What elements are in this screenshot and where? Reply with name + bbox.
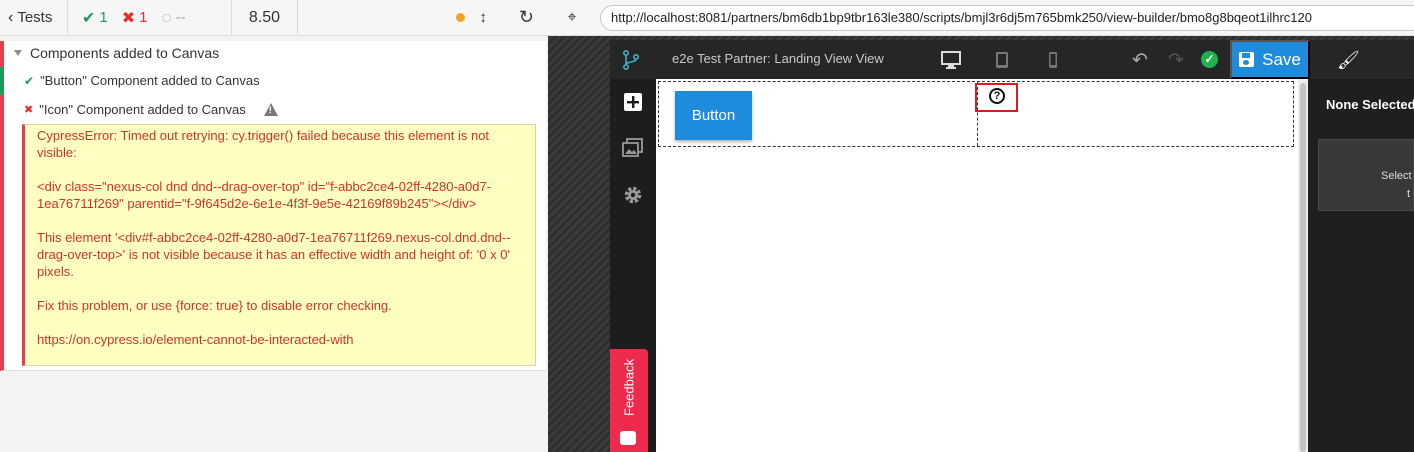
reporter-controls: ↕ ↻ <box>456 7 548 28</box>
view-builder-app: e2e Test Partner: Landing View View ↶ ↷ … <box>610 40 1414 452</box>
caret-down-icon <box>14 50 22 56</box>
pending-circle-icon: ◌ <box>161 7 172 27</box>
app-toolbar: e2e Test Partner: Landing View View ↶ ↷ … <box>610 40 1414 79</box>
error-line: This element '<div#f-abbc2ce4-02ff-4280-… <box>37 230 511 279</box>
check-icon: ✔ <box>82 9 96 27</box>
canvas-scrollbar[interactable] <box>1298 79 1308 452</box>
passed-count: 1 <box>99 9 108 26</box>
failed-stat: ✖ 1 <box>122 8 148 28</box>
error-line: <div class="nexus-col dnd dnd--drag-over… <box>37 179 492 211</box>
x-icon: ✖ <box>24 104 34 116</box>
undo-icon[interactable]: ↶ <box>1132 49 1148 72</box>
aut-panel: ⌖ http://localhost:8081/partners/bm6db1b… <box>548 0 1414 452</box>
reporter-panel: ‹ Tests ✔ 1 ✖ 1 ◌ -- 8.50 ↕ ↻ Components… <box>0 0 548 452</box>
cypress-runner: ‹ Tests ✔ 1 ✖ 1 ◌ -- 8.50 ↕ ↻ Components… <box>0 0 1414 452</box>
smiley-chat-icon <box>620 431 636 445</box>
mobile-view-icon[interactable] <box>1048 51 1058 69</box>
error-message: CypressError: Timed out retrying: cy.tri… <box>22 124 536 366</box>
media-gallery-icon[interactable] <box>622 137 644 159</box>
question-circle-icon: ? <box>989 88 1005 104</box>
scroll-thumb[interactable] <box>1300 83 1306 452</box>
properties-panel: None Selected Select t <box>1308 79 1414 452</box>
error-docs-link[interactable]: https://on.cypress.io/element-cannot-be-… <box>37 331 527 348</box>
url-bar: ⌖ http://localhost:8081/partners/bm6db1b… <box>548 0 1414 36</box>
tests-label: Tests <box>17 9 53 26</box>
running-indicator-icon <box>456 13 466 22</box>
pending-stat: ◌ -- <box>162 8 186 28</box>
icon-component-highlight[interactable]: ? <box>975 83 1018 112</box>
feedback-label: Feedback <box>621 358 637 416</box>
error-line: Fix this problem, or use {force: true} t… <box>37 298 392 313</box>
gear-icon[interactable] <box>622 184 644 206</box>
floppy-disk-icon <box>1239 52 1255 67</box>
builder-canvas[interactable]: Button ? <box>656 79 1308 452</box>
panel-title: None Selected <box>1326 97 1414 112</box>
save-button[interactable]: Save <box>1230 40 1310 79</box>
tablet-view-icon[interactable] <box>995 51 1009 69</box>
reporter-header: ‹ Tests ✔ 1 ✖ 1 ◌ -- 8.50 ↕ ↻ <box>0 0 548 36</box>
pass-stripe <box>0 67 4 95</box>
test-title: "Icon" Component added to Canvas <box>39 102 246 117</box>
reporter-empty-area <box>0 372 548 452</box>
chevron-left-icon: ‹ <box>8 8 14 26</box>
duration: 8.50 <box>232 0 298 36</box>
tests-button[interactable]: ‹ Tests <box>0 0 68 36</box>
test-list: Components added to Canvas ✔ "Button" Co… <box>0 41 546 371</box>
x-icon: ✖ <box>121 9 136 27</box>
suite-title: Components added to Canvas <box>30 45 220 61</box>
test-item-failed[interactable]: ✖ "Icon" Component added to Canvas <box>24 102 278 117</box>
git-branch-icon[interactable] <box>622 50 640 70</box>
suite-header[interactable]: Components added to Canvas <box>14 45 219 61</box>
canvas-button-component[interactable]: Button <box>675 91 752 140</box>
builder-sidebar: Feedback <box>610 79 656 452</box>
hint-text: t <box>1407 188 1411 200</box>
scroll-toggle-icon[interactable]: ↕ <box>479 9 487 26</box>
save-label: Save <box>1262 49 1301 69</box>
feedback-tab[interactable]: Feedback <box>610 349 648 452</box>
add-component-icon[interactable] <box>622 91 644 113</box>
paint-brush-icon[interactable]: 🖌 <box>1337 50 1360 71</box>
selection-hint-box: Select t <box>1318 139 1414 211</box>
warning-icon <box>263 103 278 116</box>
desktop-view-icon[interactable] <box>941 51 961 69</box>
app-title: e2e Test Partner: Landing View View <box>672 51 884 66</box>
check-icon: ✔ <box>24 73 35 88</box>
redo-icon[interactable]: ↷ <box>1168 49 1184 72</box>
url-input[interactable]: http://localhost:8081/partners/bm6db1bp9… <box>600 5 1414 31</box>
pending-count: -- <box>175 9 186 26</box>
hint-text: Select <box>1381 170 1412 182</box>
error-line: CypressError: Timed out retrying: cy.tri… <box>37 128 490 160</box>
selector-playground-icon[interactable]: ⌖ <box>548 9 596 27</box>
restart-icon[interactable]: ↻ <box>519 7 534 28</box>
failed-count: 1 <box>139 9 148 26</box>
canvas-row[interactable]: Button ? <box>658 81 1294 147</box>
test-title: "Button" Component added to Canvas <box>40 73 260 88</box>
passed-stat: ✔ 1 <box>82 8 108 28</box>
test-item-passed[interactable]: ✔ "Button" Component added to Canvas <box>24 73 260 88</box>
test-stats: ✔ 1 ✖ 1 ◌ -- <box>68 0 232 36</box>
status-check-icon: ✓ <box>1201 51 1218 68</box>
